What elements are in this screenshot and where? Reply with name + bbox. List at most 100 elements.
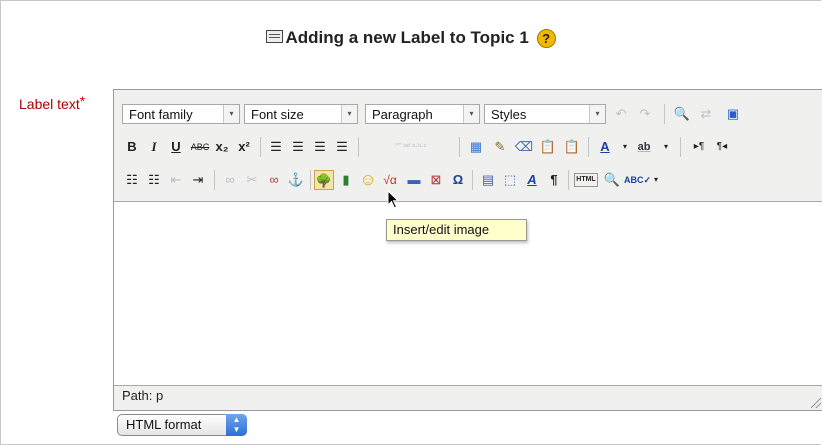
highlight-color-button[interactable]: ab [634, 137, 654, 157]
styles-button[interactable]: A [522, 170, 542, 190]
label-text-caption: Label text [19, 96, 80, 112]
align-center-button[interactable]: ☰ [288, 137, 308, 157]
subscript-button[interactable]: x₂ [212, 137, 232, 157]
outdent-button[interactable]: ⇤ [166, 170, 186, 190]
bullet-list-icon: ☷ [126, 172, 138, 187]
spellcheck-button[interactable]: ABC✓ [624, 170, 651, 190]
toolbar-divider [588, 137, 589, 157]
align-right-button[interactable]: ☰ [310, 137, 330, 157]
html-source-button[interactable]: HTML [574, 173, 598, 187]
nolink-button[interactable]: ∞ [264, 170, 284, 190]
align-left-icon: ☰ [270, 139, 282, 154]
indent-icon: ⇥ [192, 172, 204, 187]
eraser-button[interactable]: ⌫ [514, 137, 534, 157]
indent-button[interactable]: ⇥ [188, 170, 208, 190]
toolbar-divider [260, 137, 261, 157]
toolbar-divider [472, 170, 473, 190]
find-button[interactable]: 🔍 [672, 104, 692, 124]
show-blocks-button[interactable]: ¶ [544, 170, 564, 190]
italic-button[interactable]: I [144, 137, 164, 157]
underline-button[interactable]: U [166, 137, 186, 157]
horizontal-rule-button[interactable]: ▬ [404, 170, 424, 190]
align-right-icon: ☰ [314, 139, 326, 154]
styles-select[interactable]: Styles ▾ [484, 104, 606, 124]
table-icon: ▤ [481, 172, 495, 187]
strikethrough-button[interactable]: ABC [190, 137, 210, 157]
required-mark: * [79, 93, 86, 109]
cleanup-button[interactable]: ▦ [466, 137, 486, 157]
toolbar-divider [459, 137, 460, 157]
bullet-list-button[interactable]: ☷ [122, 170, 142, 190]
toolbar-divider [214, 170, 215, 190]
nonbreaking-icon: ⊠ [430, 172, 442, 187]
link-icon: ∞ [225, 172, 235, 187]
fullscreen-button[interactable]: ▣ [723, 104, 743, 124]
ltr-button[interactable]: ▸¶ [689, 137, 709, 157]
text-format-select[interactable]: HTML format ▲ ▼ [117, 414, 247, 436]
bold-button[interactable]: B [122, 137, 142, 157]
stepper-arrows-icon: ▲ ▼ [226, 414, 247, 436]
replace-icon: ⇄ [700, 106, 712, 121]
visual-aid-button[interactable]: ⬚ [500, 170, 520, 190]
chevron-down-icon[interactable]: ▾ [656, 137, 676, 157]
table-button[interactable]: ▤ [478, 170, 498, 190]
paste-word-icon: 📋 [563, 139, 581, 154]
status-path: Path: p [122, 388, 164, 403]
resize-handle-icon[interactable] [811, 398, 821, 408]
page-title-text: Adding a new Label to Topic 1 [285, 28, 529, 47]
text-format-value: HTML format [126, 417, 202, 432]
paste-word-button[interactable]: 📋 [562, 137, 582, 157]
highlight-icon: ab [637, 141, 651, 153]
font-family-select[interactable]: Font family ▾ [122, 104, 240, 124]
font-family-label: Font family [129, 107, 193, 122]
label-text-label: Label text* [19, 93, 86, 112]
link-button[interactable]: ∞ [220, 170, 240, 190]
superscript-button[interactable]: x² [234, 137, 254, 157]
rtl-icon: ¶◂ [716, 141, 728, 152]
anchor-button[interactable]: ⚓ [286, 170, 306, 190]
chevron-down-icon: ▾ [341, 105, 357, 123]
toolbar-divider [680, 137, 681, 157]
toolbar-divider [310, 170, 311, 190]
numbered-list-button[interactable]: ☷ [144, 170, 164, 190]
chevron-down-icon[interactable]: ▾ [646, 170, 666, 190]
quote-buttons-group[interactable]: “” ˢᶦᵈ ᵃ·ᵇ·ᶜ [366, 137, 456, 157]
remove-format-button[interactable]: ✎ [490, 137, 510, 157]
equation-button[interactable]: √α [380, 170, 400, 190]
numbered-list-icon: ☷ [148, 172, 160, 187]
unlink-icon: ✂ [246, 172, 258, 187]
chevron-down-icon: ▾ [463, 105, 479, 123]
undo-button[interactable]: ↶ [611, 104, 631, 124]
help-icon[interactable]: ? [536, 29, 556, 49]
preview-button[interactable]: 🔍 [602, 170, 622, 190]
redo-button[interactable]: ↷ [635, 104, 655, 124]
insert-media-button[interactable]: ▮ [336, 170, 356, 190]
outdent-icon: ⇤ [170, 172, 182, 187]
toolbar-divider [568, 170, 569, 190]
insert-image-button[interactable]: 🌳 [314, 170, 334, 190]
eraser-icon: ⌫ [514, 139, 534, 154]
styleprops-icon: A [527, 172, 537, 187]
nonbreaking-button[interactable]: ⊠ [426, 170, 446, 190]
unlink-button[interactable]: ✂ [242, 170, 262, 190]
chevron-down-icon[interactable]: ▾ [615, 137, 635, 157]
format-label: Paragraph [372, 107, 433, 122]
align-left-button[interactable]: ☰ [266, 137, 286, 157]
rtl-button[interactable]: ¶◂ [712, 137, 732, 157]
paste-text-button[interactable]: 📋 [538, 137, 558, 157]
emoticon-button[interactable]: ☺ [358, 170, 378, 190]
align-center-icon: ☰ [292, 139, 304, 154]
chevron-down-icon: ▾ [589, 105, 605, 123]
mouse-cursor-icon [387, 190, 400, 209]
hr-icon: ▬ [407, 172, 421, 187]
chevron-down-icon: ▾ [223, 105, 239, 123]
font-size-select[interactable]: Font size ▾ [244, 104, 358, 124]
toolbar-divider [358, 137, 359, 157]
undo-icon: ↶ [615, 106, 627, 121]
text-color-button[interactable]: A [595, 137, 615, 157]
text-color-icon: A [600, 139, 610, 154]
justify-button[interactable]: ☰ [332, 137, 352, 157]
replace-button[interactable]: ⇄ [696, 104, 716, 124]
format-select[interactable]: Paragraph ▾ [365, 104, 480, 124]
special-char-button[interactable]: Ω [448, 170, 468, 190]
